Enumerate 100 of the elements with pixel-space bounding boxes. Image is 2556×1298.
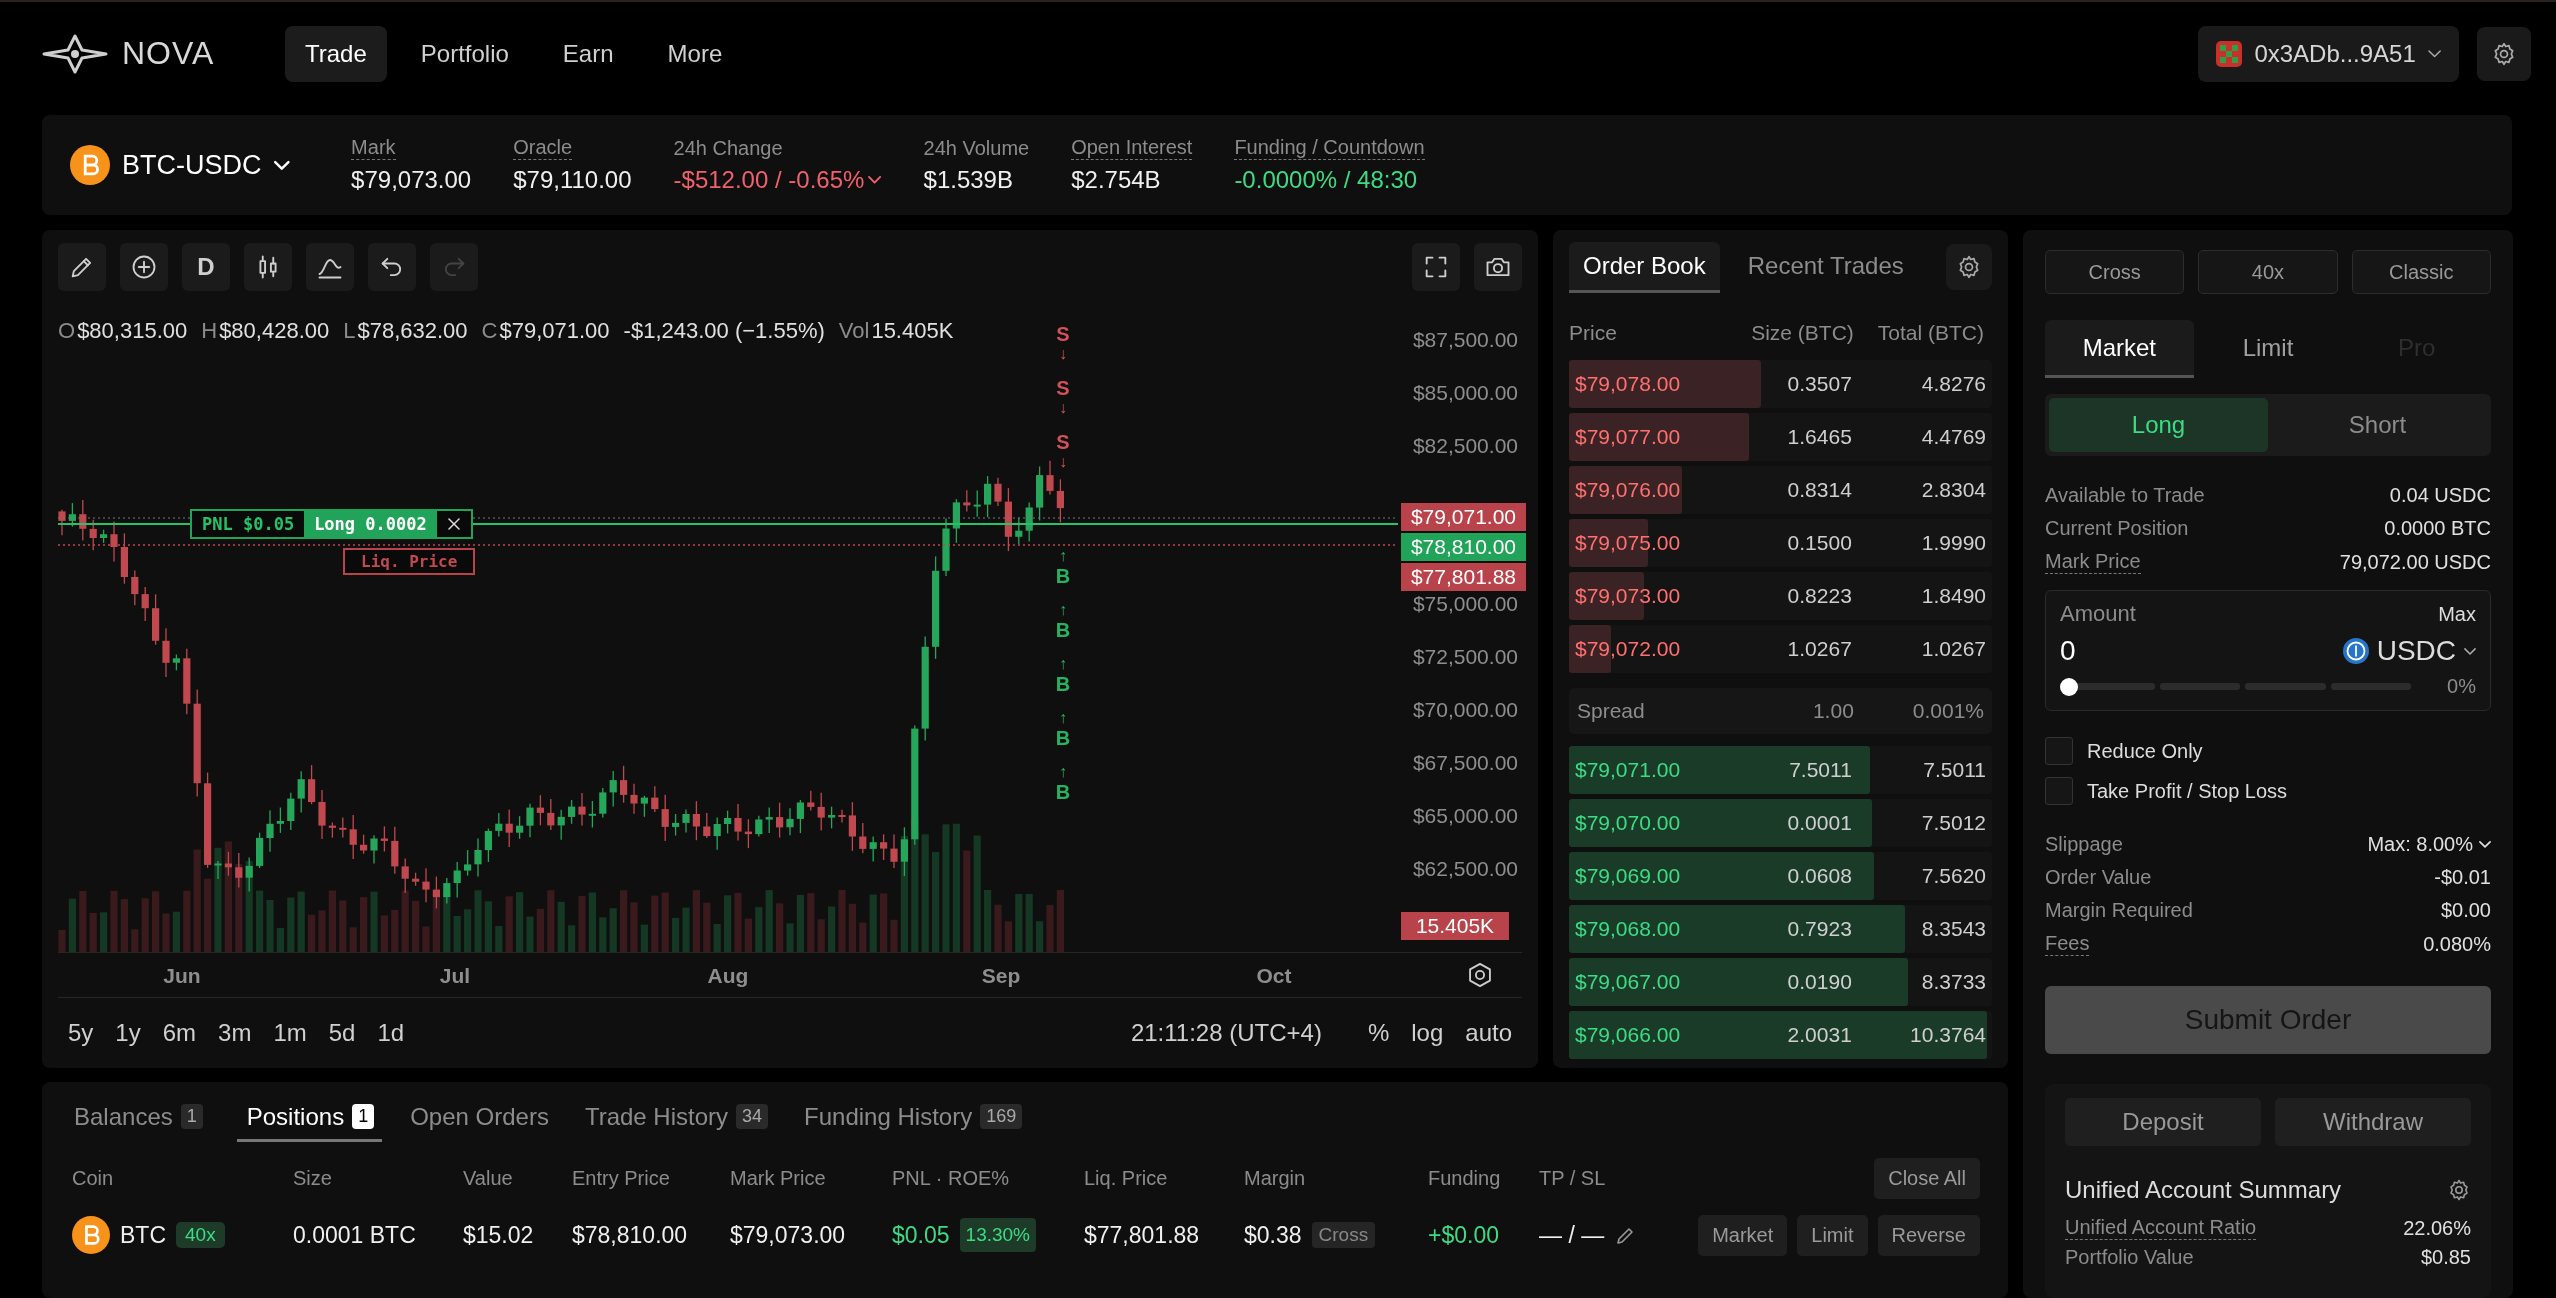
side-button[interactable]: Long	[2049, 398, 2268, 452]
range-button[interactable]: 1d	[377, 1019, 405, 1048]
nav-tab[interactable]: More	[647, 25, 743, 82]
up-arrow: ↑	[1059, 653, 1067, 674]
checkbox[interactable]	[2045, 777, 2073, 805]
range-button[interactable]: 5y	[68, 1019, 94, 1048]
volume-bar	[703, 902, 711, 952]
candle	[880, 833, 888, 861]
account-action-button[interactable]: Withdraw	[2275, 1098, 2471, 1146]
column-header: Size	[293, 1166, 333, 1190]
fullscreen-button[interactable]	[1412, 242, 1460, 291]
candle	[682, 808, 690, 834]
chart-tool-button[interactable]	[120, 242, 168, 291]
panel-tab[interactable]: Positions 1	[236, 1094, 383, 1142]
panel-tab[interactable]: Open Orders	[408, 1094, 557, 1142]
scale-button[interactable]: log	[1411, 1019, 1444, 1048]
candle	[183, 647, 191, 715]
candle	[859, 822, 867, 854]
candle	[1036, 465, 1044, 522]
slippage-select[interactable]: Max: 8.00%	[2367, 833, 2491, 856]
volume-bar	[713, 923, 721, 952]
candle	[609, 770, 617, 808]
chart-settings-button[interactable]	[1466, 961, 1494, 990]
range-button[interactable]: 3m	[218, 1019, 252, 1048]
nav-tab[interactable]: Earn	[542, 25, 634, 82]
wallet-button[interactable]: 0x3ADb...9A51	[2198, 25, 2459, 82]
candle	[755, 815, 763, 838]
candle	[297, 770, 305, 814]
chart-tool-button[interactable]	[58, 242, 106, 291]
nav-tab[interactable]: Portfolio	[400, 25, 529, 82]
amount-slider[interactable]	[2060, 676, 2412, 697]
candle	[786, 807, 794, 836]
chart-tool-button[interactable]	[306, 242, 354, 291]
candle	[349, 814, 357, 860]
candle	[724, 809, 732, 834]
candle	[256, 831, 264, 869]
chart-tool-button[interactable]	[368, 242, 416, 291]
column-header: PNL · ROE%	[892, 1166, 1011, 1190]
range-button[interactable]: 6m	[162, 1019, 197, 1048]
range-button[interactable]: 1y	[115, 1019, 141, 1048]
stat-value: $2.754B	[1071, 166, 1161, 194]
interval-button[interactable]: D	[182, 242, 230, 291]
stat-value: $79,073.00	[351, 166, 472, 194]
spread-label: Spread	[1576, 699, 1646, 723]
candle	[578, 792, 586, 827]
margin-mode-button[interactable]: Classic	[2351, 250, 2491, 294]
scale-button[interactable]: auto	[1465, 1019, 1512, 1048]
panel-tab[interactable]: Funding History 169	[802, 1094, 1031, 1142]
chart-tool-button[interactable]	[244, 242, 292, 291]
settings-button[interactable]	[2477, 26, 2531, 81]
position-action-button[interactable]: Market	[1698, 1214, 1788, 1256]
max-button[interactable]: Max	[2438, 602, 2476, 626]
close-all-button[interactable]: Close All	[1874, 1157, 1980, 1199]
market-selector[interactable]: BTC-USDC	[122, 149, 290, 181]
position-action-button[interactable]: Limit	[1797, 1214, 1868, 1256]
down-arrow: ↓	[1059, 397, 1067, 418]
volume-bar	[474, 890, 482, 952]
total-cell-text: 10.3764	[1909, 1023, 1987, 1047]
volume-bar	[568, 925, 576, 952]
amount-label: Amount	[2060, 601, 2136, 627]
volume-bar	[276, 927, 284, 952]
size-cell-text: 0.0190	[1786, 970, 1853, 994]
panel-tab[interactable]: Trade History 34	[582, 1094, 777, 1142]
panel-tab[interactable]: Order Book	[1569, 241, 1720, 293]
volume-bar	[401, 890, 409, 952]
price-axis-label: $67,500.00	[1412, 751, 1518, 776]
price-cell-text: $79,070.00	[1574, 811, 1682, 835]
nav-tab[interactable]: Trade	[285, 25, 387, 82]
coin-icon	[2342, 638, 2369, 664]
order-type-tab[interactable]: Market	[2045, 320, 2194, 378]
volume-bar	[432, 896, 440, 952]
account-settings-button[interactable]	[2447, 1178, 2471, 1202]
account-action-button[interactable]: Deposit	[2065, 1098, 2261, 1146]
slider-thumb[interactable]	[2060, 677, 2078, 696]
panel-tab[interactable]: Recent Trades	[1733, 241, 1918, 293]
screenshot-button[interactable]	[1474, 242, 1522, 291]
range-button[interactable]: 1m	[273, 1019, 307, 1048]
size-cell-text: 1.0267	[1786, 637, 1853, 661]
candle	[339, 816, 347, 839]
range-button[interactable]: 5d	[328, 1019, 356, 1048]
table-cell: $0.38	[1244, 1221, 1302, 1249]
margin-mode-button[interactable]: Cross	[2045, 250, 2185, 294]
buy-marker: B	[1055, 673, 1071, 694]
position-action-button[interactable]: Reverse	[1877, 1214, 1980, 1256]
buy-marker: B	[1055, 619, 1071, 640]
amount-input[interactable]: 0	[2060, 633, 2180, 669]
margin-mode-button[interactable]: 40x	[2198, 250, 2338, 294]
side-button[interactable]: Short	[2268, 398, 2487, 452]
table-cell-text: 0.0001 BTC	[293, 1221, 417, 1249]
candle	[162, 627, 170, 678]
order-book-settings-button[interactable]	[1946, 244, 1992, 290]
checkbox[interactable]	[2045, 737, 2073, 765]
candle	[838, 808, 846, 824]
order-type-tab[interactable]: Limit	[2193, 320, 2343, 378]
volume-bar	[328, 890, 336, 952]
scale-button[interactable]: %	[1367, 1019, 1390, 1048]
price-cell-text: $79,075.00	[1574, 531, 1682, 555]
panel-tab[interactable]: Balances 1	[72, 1094, 211, 1142]
checkbox-label: Reduce Only	[2087, 739, 2203, 763]
currency-select[interactable]: USDC	[2342, 635, 2476, 667]
